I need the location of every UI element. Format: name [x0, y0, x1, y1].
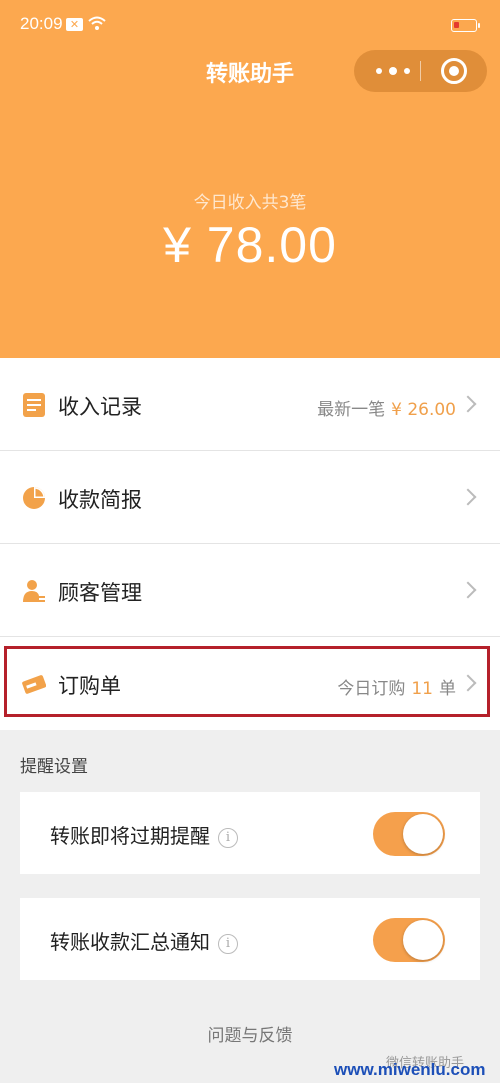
menu-item-income-records[interactable]: 收入记录 最新一笔 ¥ 26.00 [0, 358, 500, 451]
menu-item-payment-report[interactable]: 收款简报 [0, 451, 500, 544]
chevron-right-icon [459, 488, 477, 506]
chevron-right-icon [459, 674, 477, 692]
feedback-link[interactable]: 问题与反馈 [0, 1021, 500, 1046]
status-bar: 20:09 ✕ [0, 0, 500, 50]
toggle-knob [403, 920, 443, 960]
latest-income-info: 最新一笔 ¥ 26.00 [317, 395, 456, 420]
customer-icon [23, 580, 45, 602]
setting-label-text: 转账即将过期提醒 [50, 824, 210, 848]
pie-chart-icon [23, 487, 45, 509]
watermark-site: www.miwenlu.com [334, 1060, 486, 1079]
setting-expire-reminder: 转账即将过期提醒 i [20, 792, 480, 874]
info-icon[interactable]: i [218, 933, 238, 954]
setting-label: 转账即将过期提醒 i [50, 820, 238, 849]
today-orders-prefix: 今日订购 [337, 679, 406, 699]
toggle-summary-notification[interactable] [373, 918, 445, 962]
section-title-reminders: 提醒设置 [20, 757, 88, 777]
capsule-divider [420, 61, 421, 81]
toggle-knob [403, 814, 443, 854]
menu-item-customer-management[interactable]: 顾客管理 [0, 544, 500, 637]
battery-icon [451, 19, 480, 32]
today-orders-info: 今日订购 11 单 [337, 674, 456, 699]
setting-label-text: 转账收款汇总通知 [50, 930, 210, 954]
menu-list: 收入记录 最新一笔 ¥ 26.00 收款简报 顾客管理 订购单 今日订购 11 … [0, 358, 500, 730]
mini-program-capsule [354, 50, 487, 92]
income-caption: 今日收入共3笔 [193, 193, 307, 213]
menu-item-orders[interactable]: 订购单 今日订购 11 单 [0, 637, 500, 730]
document-icon [23, 393, 45, 417]
more-dots-icon[interactable] [374, 50, 414, 92]
menu-item-label: 订购单 [58, 674, 121, 698]
status-time: 20:09 [20, 14, 63, 33]
target-circle-icon[interactable] [441, 58, 467, 84]
today-orders-suffix: 单 [439, 679, 456, 699]
latest-income-prefix: 最新一笔 [317, 400, 386, 420]
setting-summary-notification: 转账收款汇总通知 i [20, 898, 480, 980]
setting-label: 转账收款汇总通知 i [50, 926, 238, 955]
menu-item-label: 收款简报 [58, 488, 142, 512]
notification-icon: ✕ [66, 18, 83, 31]
chevron-right-icon [459, 581, 477, 599]
today-orders-count: 11 [411, 679, 433, 699]
info-icon[interactable]: i [218, 827, 238, 848]
toggle-expire-reminder[interactable] [373, 812, 445, 856]
income-amount: ¥ 78.00 [163, 217, 337, 273]
latest-income-amount: ¥ 26.00 [391, 400, 456, 420]
menu-item-label: 顾客管理 [58, 581, 142, 605]
menu-item-label: 收入记录 [58, 395, 142, 419]
ticket-icon [22, 675, 46, 694]
chevron-right-icon [459, 395, 477, 413]
wifi-icon [88, 16, 106, 30]
header-banner: 20:09 ✕ 转账助手 今日收入共3笔 ¥ 78.00 [0, 0, 500, 358]
